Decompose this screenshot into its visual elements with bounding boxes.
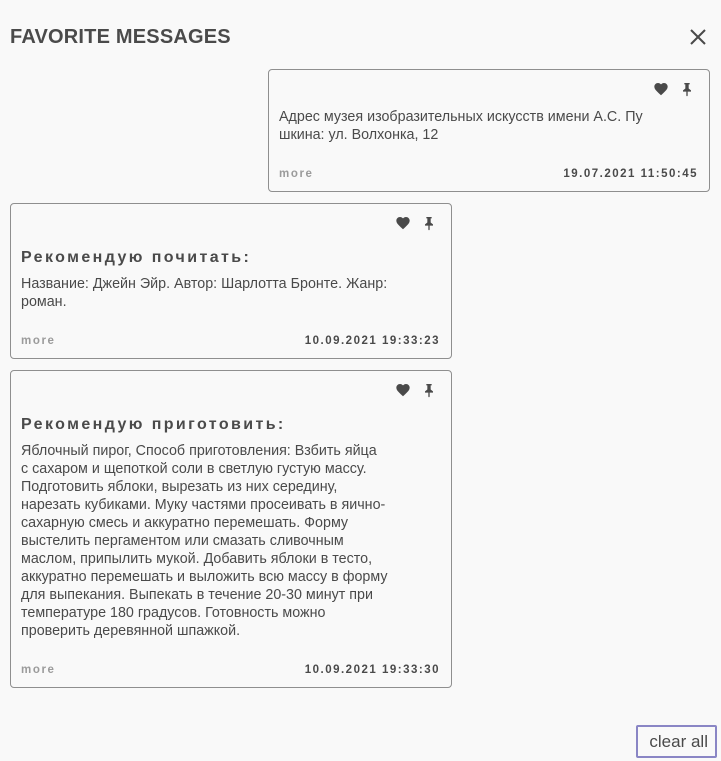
message-body: Название: Джейн Эйр. Автор: Шарлотта Бро… (21, 276, 388, 310)
message-timestamp: 10.09.2021 19:33:23 (304, 335, 440, 347)
panel-title: FAVORITE MESSAGES (10, 26, 231, 48)
message-card: Рекомендую приготовить: Яблочный пирог, … (10, 370, 452, 688)
message-actions (395, 381, 437, 399)
message-timestamp: 10.09.2021 19:33:30 (304, 664, 440, 676)
pin-icon[interactable] (421, 382, 437, 398)
close-button[interactable] (686, 25, 710, 49)
message-body: Яблочный пирог, Способ приготовления: Вз… (21, 443, 388, 639)
message-actions (653, 80, 695, 98)
message-title: Рекомендую приготовить: (21, 416, 286, 433)
message-body: Адрес музея изобразительных искусств име… (279, 109, 643, 143)
message-actions (395, 214, 437, 232)
favorite-heart-icon[interactable] (653, 81, 669, 97)
favorite-heart-icon[interactable] (395, 382, 411, 398)
message-card: Адрес музея изобразительных искусств име… (268, 69, 710, 192)
message-card: Рекомендую почитать: Название: Джейн Эйр… (10, 203, 452, 359)
clear-all-button[interactable]: clear all (636, 725, 717, 758)
message-timestamp: 19.07.2021 11:50:45 (563, 168, 698, 180)
favorite-heart-icon[interactable] (395, 215, 411, 231)
pin-icon[interactable] (421, 215, 437, 231)
message-title: Рекомендую почитать: (21, 249, 252, 266)
more-link[interactable]: more (21, 334, 56, 348)
close-icon (686, 25, 710, 49)
favorite-messages-panel: FAVORITE MESSAGES Адрес музея изобразите… (0, 0, 721, 761)
more-link[interactable]: more (279, 167, 314, 181)
pin-icon[interactable] (679, 81, 695, 97)
more-link[interactable]: more (21, 663, 56, 677)
